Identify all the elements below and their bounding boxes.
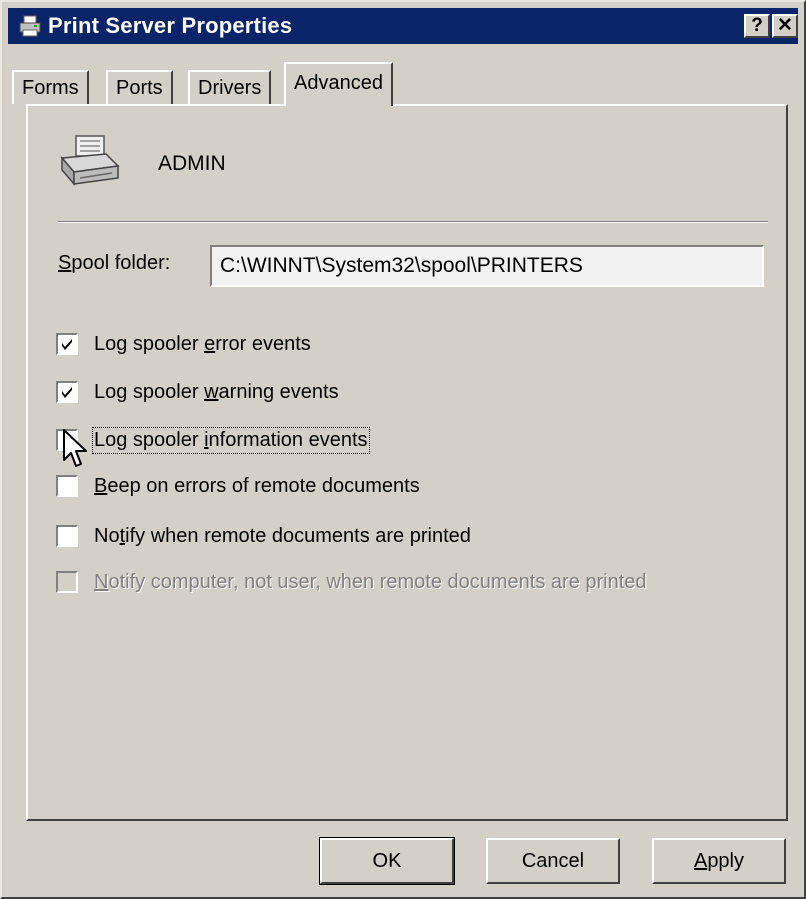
server-name: ADMIN: [158, 152, 226, 175]
checkbox-box: [56, 571, 78, 593]
close-button[interactable]: ✕: [772, 14, 798, 38]
tab-label: Ports: [116, 77, 163, 99]
print-server-properties-dialog: Print Server Properties ? ✕ Forms Ports …: [0, 0, 806, 899]
log-information-events-checkbox[interactable]: Log spooler information events: [56, 426, 370, 454]
log-warning-events-checkbox[interactable]: Log spooler warning events: [56, 378, 339, 406]
tab-label: Advanced: [294, 72, 383, 94]
checkbox-box[interactable]: [56, 381, 78, 403]
log-error-events-checkbox[interactable]: Log spooler error events: [56, 330, 311, 358]
tab-label: Drivers: [198, 77, 262, 99]
cancel-button[interactable]: Cancel: [486, 838, 620, 884]
notify-remote-printed-checkbox[interactable]: Notify when remote documents are printed: [56, 522, 471, 550]
separator: [58, 221, 768, 223]
checkbox-label: Notify computer, not user, when remote d…: [94, 570, 647, 593]
tab-ports[interactable]: Ports: [106, 70, 173, 104]
spool-folder-label: Spool folder:: [58, 252, 171, 274]
printer-icon: [19, 15, 41, 37]
apply-button[interactable]: Apply: [652, 838, 786, 884]
tab-label: Forms: [22, 77, 79, 99]
checkbox-label: Notify when remote documents are printed: [94, 524, 471, 547]
tab-advanced[interactable]: Advanced: [284, 62, 393, 106]
help-button[interactable]: ?: [744, 14, 770, 38]
checkbox-label: Log spooler information events: [92, 426, 370, 454]
notify-computer-checkbox: Notify computer, not user, when remote d…: [56, 568, 647, 596]
checkbox-label: Log spooler error events: [94, 332, 311, 355]
title-bar[interactable]: Print Server Properties ? ✕: [8, 8, 798, 44]
beep-on-errors-checkbox[interactable]: Beep on errors of remote documents: [56, 472, 420, 500]
tab-forms[interactable]: Forms: [12, 70, 89, 104]
close-icon: ✕: [777, 15, 793, 36]
mouse-cursor-icon: [63, 429, 87, 467]
checkbox-label: Log spooler warning events: [94, 380, 339, 403]
ok-button[interactable]: OK: [319, 837, 455, 885]
tab-drivers[interactable]: Drivers: [188, 70, 272, 104]
checkbox-box[interactable]: [56, 333, 78, 355]
checkmark-icon: [62, 387, 72, 398]
print-server-icon: [60, 135, 120, 187]
checkbox-box[interactable]: [56, 475, 78, 497]
checkbox-box[interactable]: [56, 525, 78, 547]
checkbox-label: Beep on errors of remote documents: [94, 474, 420, 497]
window-title: Print Server Properties: [48, 13, 293, 38]
spool-folder-input[interactable]: [210, 245, 764, 287]
checkmark-icon: [62, 339, 72, 350]
advanced-tab-panel: ADMIN Spool folder: Log spooler error ev…: [26, 104, 788, 821]
